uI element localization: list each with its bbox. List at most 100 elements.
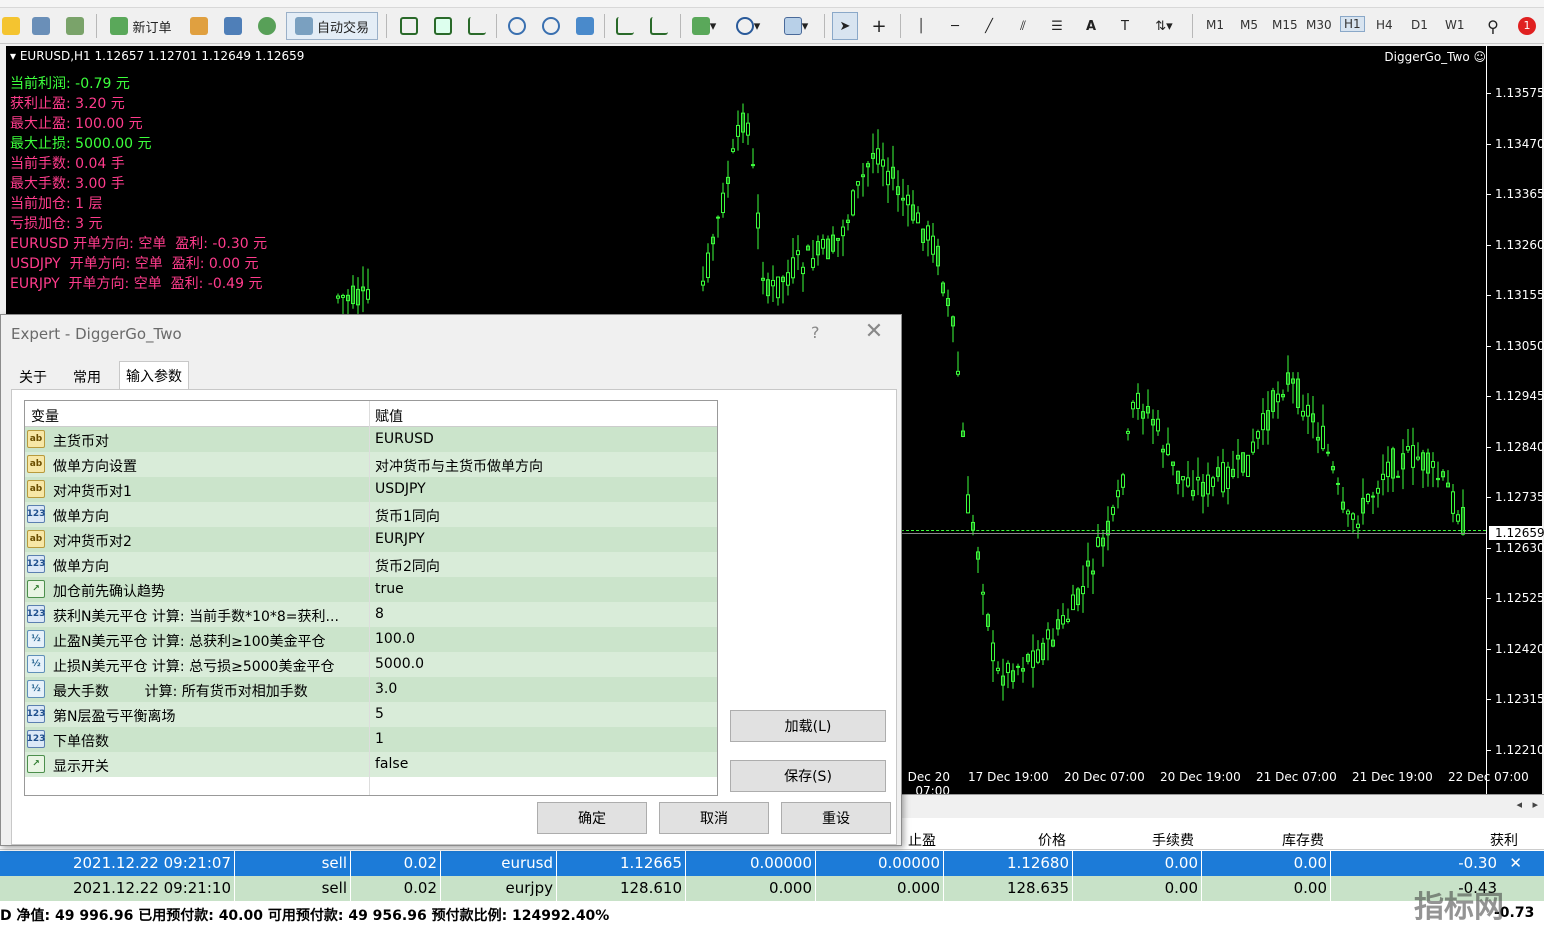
timeframe-h1[interactable]: H1 — [1340, 16, 1365, 32]
column-divider — [815, 851, 816, 876]
parameter-row[interactable]: 123 做单方向 货币2同向 — [25, 552, 717, 577]
timeframe-m15[interactable]: M15 — [1272, 18, 1298, 32]
parameter-value[interactable]: 8 — [375, 606, 384, 622]
notifications-icon[interactable]: 1 — [1512, 12, 1542, 40]
text-label-icon[interactable]: T — [1112, 12, 1138, 40]
tab-common[interactable]: 常用 — [67, 365, 107, 389]
parameter-row[interactable]: ab 主货币对 EURUSD — [25, 427, 717, 452]
scroll-right-icon[interactable]: ▸ — [1532, 798, 1538, 811]
vps-icon[interactable] — [254, 12, 280, 40]
parameter-value[interactable]: false — [375, 756, 408, 772]
timeframe-m5[interactable]: M5 — [1240, 18, 1258, 32]
scroll-left-icon[interactable]: ◂ — [1516, 798, 1522, 811]
chart-scroll-strip[interactable]: ◂ ▸ — [895, 794, 1544, 818]
periods-icon[interactable]: ▾ — [730, 12, 766, 40]
parameter-row[interactable]: 123 下单倍数 1 — [25, 727, 717, 752]
timeframe-m1[interactable]: M1 — [1206, 18, 1224, 32]
parameter-value[interactable]: 1 — [375, 731, 384, 747]
parameter-value[interactable]: USDJPY — [375, 481, 426, 497]
parameter-value[interactable]: 货币1同向 — [375, 506, 440, 526]
trade-row[interactable]: 2021.12.22 09:21:07 sell 0.02 eurusd 1.12665… — [0, 851, 1544, 876]
cancel-button[interactable]: 取消 — [659, 802, 769, 834]
chart-shift-icon[interactable] — [646, 12, 672, 40]
indicators-icon[interactable]: ▾ — [686, 12, 722, 40]
line-chart-icon[interactable] — [464, 12, 490, 40]
bar-chart-icon[interactable] — [396, 12, 422, 40]
col-profit[interactable]: 获利 — [1490, 830, 1518, 850]
chart-window-icon[interactable] — [62, 12, 88, 40]
channel-icon[interactable]: ⫽ — [1010, 12, 1036, 40]
close-icon[interactable]: ✕ — [863, 319, 885, 344]
timeframe-m30[interactable]: M30 — [1306, 18, 1332, 32]
tab-inputs[interactable]: 输入参数 — [119, 361, 189, 389]
col-swap[interactable]: 库存费 — [1282, 830, 1324, 850]
parameter-row[interactable]: ab 对冲货币对1 USDJPY — [25, 477, 717, 502]
candlestick-icon[interactable] — [430, 12, 456, 40]
fibonacci-icon[interactable]: ☰ — [1044, 12, 1070, 40]
auto-scroll-icon[interactable] — [612, 12, 638, 40]
parameter-row[interactable]: 123 做单方向 货币1同向 — [25, 502, 717, 527]
parameter-row[interactable]: ↗ 显示开关 false — [25, 752, 717, 777]
ok-button[interactable]: 确定 — [537, 802, 647, 834]
parameter-value[interactable]: 货币2同向 — [375, 556, 440, 576]
parameter-name: 最大手数 计算: 所有货币对相加手数 — [53, 684, 308, 700]
reset-button[interactable]: 重设 — [781, 802, 891, 834]
trade-cell-tp: 0.000 — [897, 879, 940, 897]
close-position-icon[interactable]: ✕ — [1509, 854, 1522, 872]
cursor-icon[interactable]: ➤ — [832, 12, 858, 40]
favorites-icon[interactable] — [0, 12, 22, 40]
col-price[interactable]: 价格 — [1038, 830, 1066, 850]
parameter-value[interactable]: true — [375, 581, 404, 597]
parameter-row[interactable]: ab 对冲货币对2 EURJPY — [25, 527, 717, 552]
parameter-row[interactable]: ab 做单方向设置 对冲货币与主货币做单方向 — [25, 452, 717, 477]
window-icon[interactable] — [28, 12, 54, 40]
parameter-value[interactable]: 3.0 — [375, 681, 397, 697]
parameter-value[interactable]: 5 — [375, 706, 384, 722]
trade-cell-commission: 0.00 — [1164, 879, 1198, 897]
price-tick: 1.13050 — [1486, 338, 1544, 353]
trade-row[interactable]: 2021.12.22 09:21:10 sell 0.02 eurjpy 128.610… — [0, 876, 1544, 901]
parameter-row[interactable]: ½ 止盈N美元平仓 计算: 总获利≥100美金平仓 100.0 — [25, 627, 717, 652]
timeframe-d1[interactable]: D1 — [1411, 18, 1428, 32]
horizontal-line-icon[interactable]: ─ — [942, 12, 968, 40]
help-icon[interactable]: ? — [811, 323, 820, 342]
parameter-value[interactable]: EURUSD — [375, 431, 434, 447]
auto-trade-button[interactable]: 自动交易 — [286, 12, 378, 40]
parameter-value[interactable]: 5000.0 — [375, 656, 424, 672]
zoom-in-icon[interactable] — [504, 12, 530, 40]
parameter-row[interactable]: 123 第N层盈亏平衡离场 5 — [25, 702, 717, 727]
vertical-line-icon[interactable]: │ — [908, 12, 934, 40]
arrows-icon[interactable]: ⇅▾ — [1144, 12, 1184, 40]
search-icon[interactable]: ⚲ — [1480, 12, 1506, 40]
timeframe-w1[interactable]: W1 — [1445, 18, 1465, 32]
parameter-row[interactable]: ↗ 加仓前先确认趋势 true — [25, 577, 717, 602]
trendline-icon[interactable]: ╱ — [976, 12, 1002, 40]
candle-body — [1406, 446, 1410, 451]
parameter-value[interactable]: 100.0 — [375, 631, 415, 647]
tab-about[interactable]: 关于 — [13, 365, 53, 389]
text-icon[interactable]: A — [1078, 12, 1104, 40]
price-tick: 1.12945 — [1486, 389, 1544, 403]
column-divider — [943, 851, 944, 876]
parameter-row[interactable]: ½ 止损N美元平仓 计算: 总亏损≥5000美金平仓 5000.0 — [25, 652, 717, 677]
parameter-value[interactable]: EURJPY — [375, 531, 425, 547]
candle-body — [1061, 615, 1065, 625]
col-sl[interactable]: 止盈 — [908, 830, 936, 850]
save-button[interactable]: 保存(S) — [730, 760, 886, 792]
tile-windows-icon[interactable] — [572, 12, 598, 40]
signals-icon[interactable] — [186, 12, 212, 40]
candle-body — [1196, 476, 1200, 481]
load-button[interactable]: 加载(L) — [730, 710, 886, 742]
parameter-row[interactable]: ½ 最大手数 计算: 所有货币对相加手数 3.0 — [25, 677, 717, 702]
candle-body — [886, 170, 890, 186]
parameter-row[interactable]: 123 获利N美元平仓 计算: 当前手数*10*8=获利... 8 — [25, 602, 717, 627]
parameter-value[interactable]: 对冲货币与主货币做单方向 — [375, 456, 543, 476]
col-commission[interactable]: 手续费 — [1152, 830, 1194, 850]
new-order-button[interactable]: 新订单 — [104, 12, 178, 40]
column-divider — [1072, 851, 1073, 876]
zoom-out-icon[interactable] — [538, 12, 564, 40]
crosshair-icon[interactable]: + — [866, 12, 892, 40]
timeframe-h4[interactable]: H4 — [1376, 18, 1393, 32]
market-icon[interactable] — [220, 12, 246, 40]
templates-icon[interactable]: ▾ — [776, 12, 816, 40]
